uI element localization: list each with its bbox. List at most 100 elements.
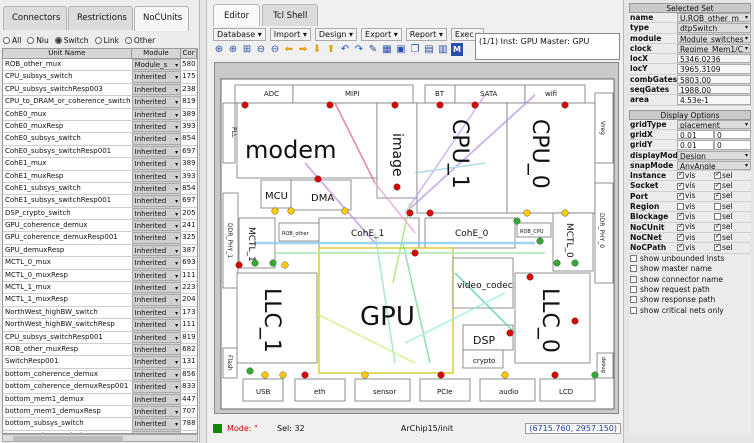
undo-icon[interactable]: ↶	[339, 43, 351, 56]
port-marker[interactable]	[571, 317, 579, 325]
prop-value-module[interactable]: Module_switches	[677, 33, 751, 43]
cell-module-select[interactable]: Inherited	[131, 257, 182, 269]
tab-connectors[interactable]: Connectors	[3, 6, 67, 30]
prop-value-seqGates[interactable]: 1988.00	[677, 85, 751, 95]
port-marker[interactable]	[471, 101, 479, 109]
display-value-gridType[interactable]: placement	[677, 119, 751, 129]
prop-value-locY[interactable]: 3965.3109	[677, 64, 751, 74]
show-option[interactable]: show master name	[629, 264, 751, 274]
port-marker[interactable]	[235, 261, 243, 269]
radio-dot-icon[interactable]	[3, 37, 10, 44]
port-marker[interactable]	[426, 209, 434, 217]
table-row[interactable]: NorthWest_highBW_switchResp Inherited111	[3, 319, 197, 332]
show-option[interactable]: show response path	[629, 295, 751, 305]
display-value-displayMode[interactable]: Design	[677, 150, 751, 160]
table-row[interactable]: CohE0_mux Inherited389	[3, 108, 197, 121]
save-icon[interactable]: ▣	[395, 43, 407, 56]
arrow-down-icon[interactable]: ⬇	[311, 43, 323, 56]
prop-value-combGates[interactable]: 5803.00	[677, 74, 751, 85]
port-marker[interactable]	[241, 101, 249, 109]
cell-module-select[interactable]: Inherited	[131, 71, 182, 83]
table-row[interactable]: SwitchResp001 Inherited131	[3, 356, 197, 369]
vis-checkbox-a[interactable]: vis	[677, 190, 714, 201]
vis-checkbox-b[interactable]: sel	[714, 241, 751, 252]
port-marker[interactable]	[523, 209, 531, 217]
table-row[interactable]: bottom_mem1_demux Inherited447	[3, 393, 197, 406]
checkbox-icon[interactable]	[714, 169, 721, 180]
checkbox-icon[interactable]	[677, 169, 684, 180]
checkbox-icon[interactable]	[677, 241, 684, 252]
cell-module-select[interactable]: Inherited	[131, 207, 182, 220]
table-row[interactable]: MCTL_1_mux Inherited223	[3, 282, 197, 295]
port-marker[interactable]	[561, 209, 569, 217]
checkbox-icon[interactable]	[630, 265, 637, 273]
zoom-out-2-icon[interactable]: ⊖	[269, 43, 281, 56]
checkbox-icon[interactable]	[630, 286, 637, 294]
checkbox-icon[interactable]	[714, 231, 721, 242]
table-row[interactable]: CohE0_subsys_switchResp001 Inherited697	[3, 145, 197, 159]
port-marker[interactable]	[501, 371, 509, 379]
port-marker[interactable]	[561, 101, 569, 109]
horizontal-scrollbar[interactable]	[2, 434, 198, 442]
cell-module-select[interactable]: Inherited	[131, 343, 182, 356]
checkbox-icon[interactable]	[714, 180, 721, 190]
radio-switch[interactable]: Switch	[54, 36, 89, 45]
port-marker[interactable]	[326, 101, 334, 109]
cell-module-select[interactable]: Inherited	[131, 381, 182, 393]
zoom-fit-icon[interactable]: ⊕	[213, 43, 225, 56]
table-row[interactable]: DSP_crypto_switch Inherited205	[3, 207, 197, 221]
checkbox-icon[interactable]	[714, 190, 721, 200]
menu-export[interactable]: Export ▾	[361, 28, 402, 41]
radio-all[interactable]: All	[3, 36, 21, 45]
display-offset-gridX[interactable]: 0	[714, 129, 751, 140]
display-value-gridY[interactable]: 0.01	[677, 140, 714, 150]
port-marker[interactable]	[411, 249, 419, 257]
cell-module-select[interactable]: Module_s	[131, 59, 182, 71]
port-marker[interactable]	[246, 367, 254, 375]
port-marker[interactable]	[361, 371, 369, 379]
checkbox-icon[interactable]	[630, 296, 637, 304]
prop-value-locX[interactable]: 5346.0236	[677, 54, 751, 64]
layout-1-icon[interactable]: ▤	[423, 43, 435, 56]
vis-checkbox-a[interactable]: vis	[677, 241, 714, 252]
display-value-gridX[interactable]: 0.01	[677, 129, 714, 140]
menu-import[interactable]: Import ▾	[269, 28, 311, 41]
port-marker[interactable]	[526, 273, 534, 281]
table-row[interactable]: GPU_coherence_demuxResp001 Inherited325	[3, 232, 197, 245]
port-marker[interactable]	[551, 371, 559, 379]
zoom-in-icon[interactable]: ⊕	[227, 43, 239, 56]
checkbox-icon[interactable]	[630, 306, 637, 314]
cell-module-select[interactable]: Inherited	[131, 170, 182, 182]
menu-design[interactable]: Design ▾	[314, 28, 358, 41]
menu-report[interactable]: Report ▾	[405, 28, 447, 41]
table-row[interactable]: ROB_other_muxResp Inherited682	[3, 343, 197, 357]
zoom-out-icon[interactable]: ⊖	[255, 43, 267, 56]
checkbox-icon[interactable]	[630, 255, 637, 263]
column-header-unit-name[interactable]: Unit Name	[3, 49, 132, 58]
checkbox-icon[interactable]	[677, 231, 684, 242]
checkbox-icon[interactable]	[630, 275, 637, 283]
table-row[interactable]: CohE0_muxResp Inherited393	[3, 120, 197, 134]
cell-module-select[interactable]: Inherited	[131, 269, 182, 282]
table-row[interactable]: CPU_subsys_switch Inherited175	[3, 71, 197, 84]
radio-link[interactable]: Link	[94, 36, 119, 45]
cell-module-select[interactable]: Inherited	[131, 145, 182, 158]
radio-dot-icon[interactable]	[94, 37, 102, 44]
arrow-left-icon[interactable]: ⬅	[283, 43, 295, 56]
cell-module-select[interactable]: Inherited	[131, 220, 182, 232]
zoom-box-icon[interactable]: ⊞	[241, 43, 253, 56]
cell-module-select[interactable]: Inherited	[131, 158, 182, 170]
prop-value-clock[interactable]: Regime_Mem1/C	[677, 43, 751, 54]
checkbox-icon[interactable]	[714, 213, 721, 221]
port-marker[interactable]	[513, 217, 521, 225]
port-marker[interactable]	[536, 237, 544, 245]
cell-module-select[interactable]: Inherited	[131, 96, 182, 108]
table-row[interactable]: bottom_subsys_switch Inherited788	[3, 418, 197, 431]
table-row[interactable]: GPU_coherence_demux Inherited241	[3, 220, 197, 233]
redo-icon[interactable]: ↷	[353, 43, 365, 56]
table-row[interactable]: bottom_coherence_demuxResp001Inherited83…	[3, 381, 197, 394]
checkbox-icon[interactable]	[714, 221, 721, 231]
port-marker[interactable]	[436, 101, 444, 109]
port-marker[interactable]	[251, 259, 259, 267]
port-marker[interactable]	[506, 329, 514, 337]
